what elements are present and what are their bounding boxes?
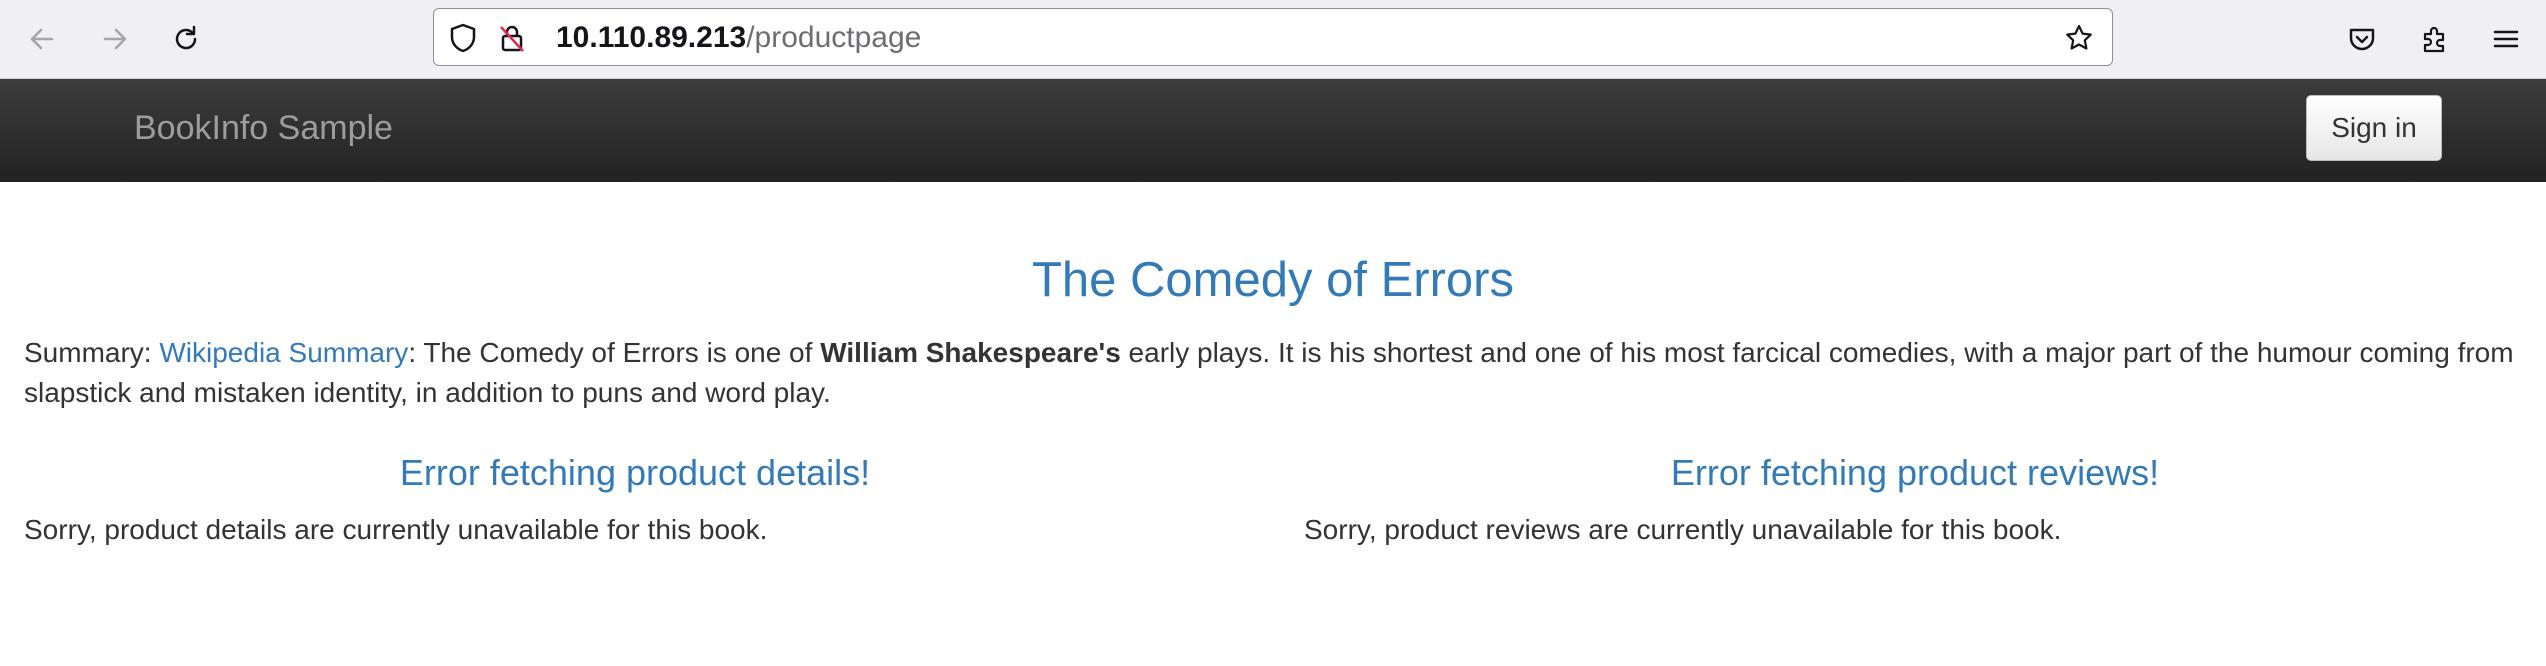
reload-button[interactable] xyxy=(164,17,208,61)
menu-icon[interactable] xyxy=(2484,17,2528,61)
app-navbar: BookInfo Sample Sign in xyxy=(0,79,2546,182)
brand-link[interactable]: BookInfo Sample xyxy=(134,109,393,148)
sign-in-button[interactable]: Sign in xyxy=(2306,95,2442,161)
insecure-lock-icon[interactable] xyxy=(497,23,527,53)
back-button[interactable] xyxy=(20,17,64,61)
url-path: /productpage xyxy=(746,21,922,54)
shield-icon[interactable] xyxy=(448,23,478,53)
url-host: 10.110.89.213 xyxy=(556,21,747,54)
reload-icon xyxy=(175,25,197,50)
reviews-error-message: Sorry, product reviews are currently una… xyxy=(1304,514,2062,545)
page-title: The Comedy of Errors xyxy=(1032,253,1514,307)
forward-arrow-icon xyxy=(103,28,127,50)
url-text[interactable]: 10.110.89.213/productpage xyxy=(556,23,921,53)
browser-toolbar: 10.110.89.213/productpage xyxy=(0,0,2546,79)
product-summary: Summary: Wikipedia Summary: The Comedy o… xyxy=(24,333,2524,413)
back-arrow-icon xyxy=(30,28,54,50)
extensions-icon[interactable] xyxy=(2412,17,2456,61)
bookmark-star-icon[interactable] xyxy=(2064,23,2094,53)
address-bar[interactable]: 10.110.89.213/productpage xyxy=(433,8,2113,66)
reviews-error-heading: Error fetching product reviews! xyxy=(1670,452,2160,493)
wikipedia-summary-link[interactable]: Wikipedia Summary xyxy=(159,337,408,368)
summary-label: Summary: xyxy=(24,337,160,368)
details-error-message: Sorry, product details are currently una… xyxy=(24,514,768,545)
forward-button[interactable] xyxy=(93,17,137,61)
pocket-icon[interactable] xyxy=(2340,17,2384,61)
summary-author: William Shakespeare's xyxy=(820,337,1121,368)
summary-text-mid: : The Comedy of Errors is one of xyxy=(408,337,821,368)
details-error-heading: Error fetching product details! xyxy=(399,452,871,493)
